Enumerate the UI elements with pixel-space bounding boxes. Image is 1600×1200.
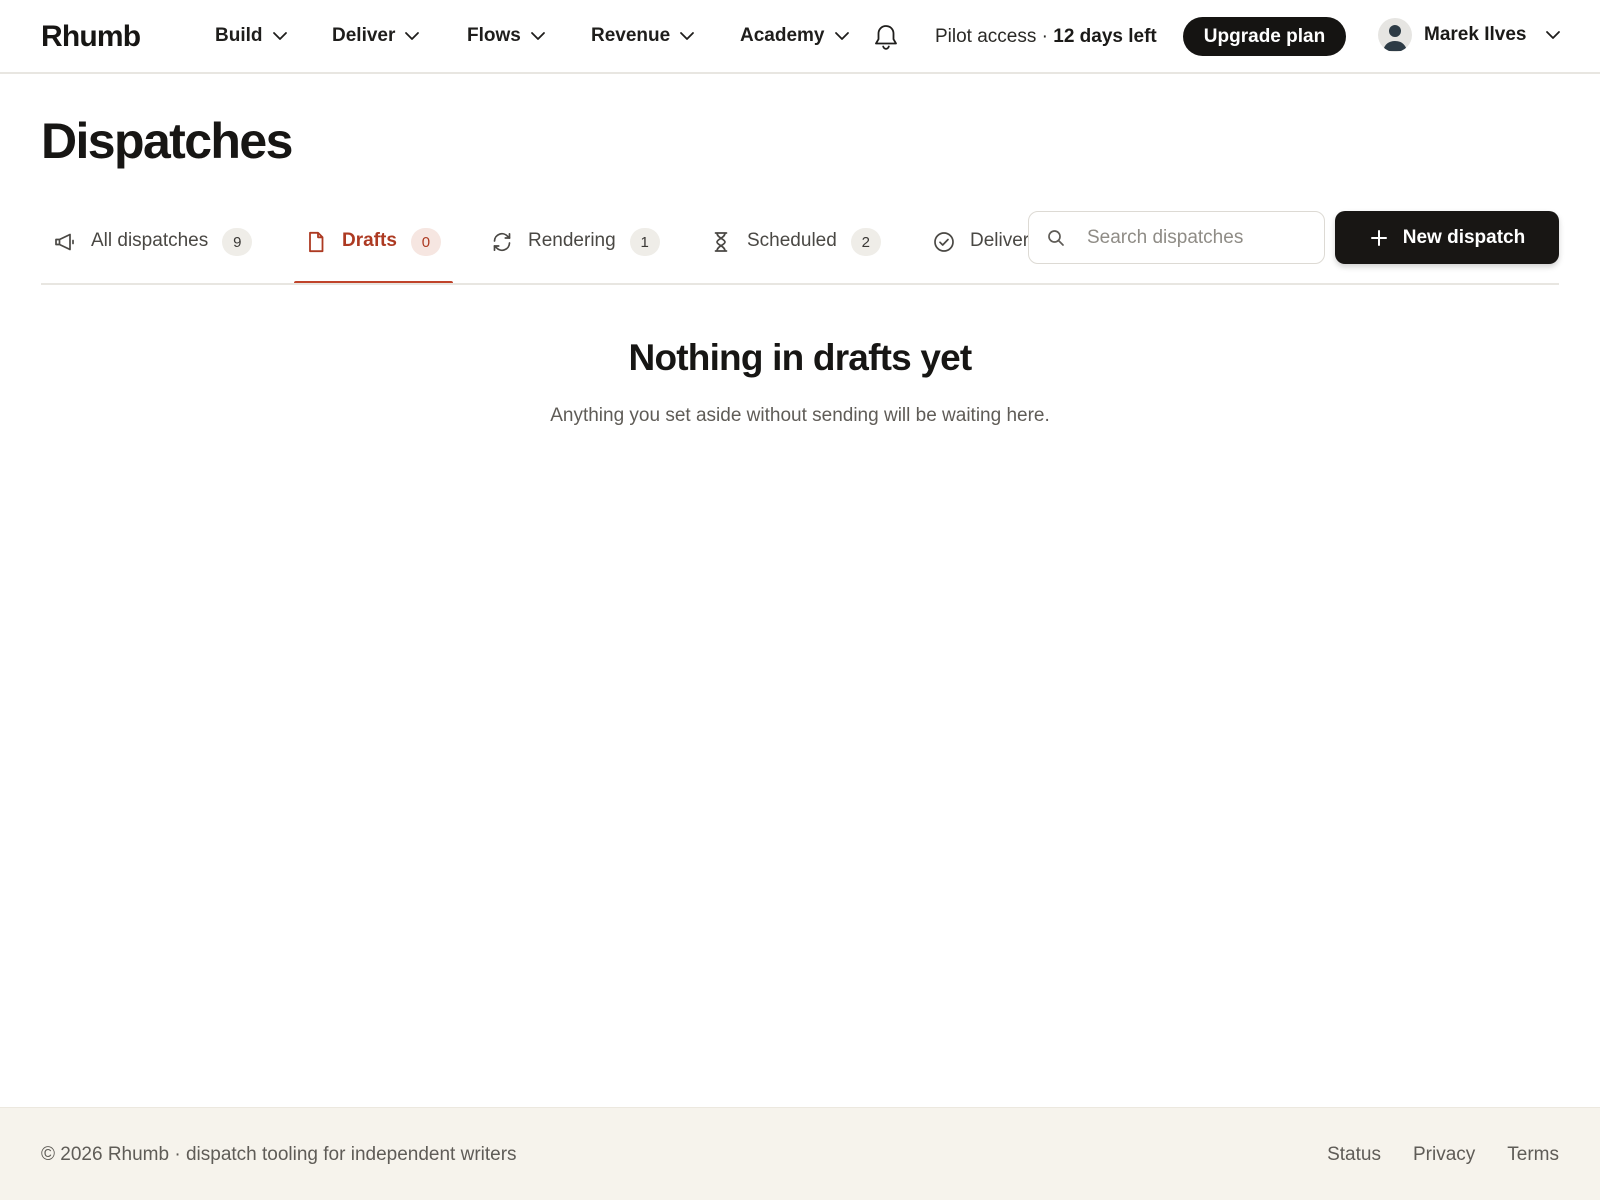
tab-label: Scheduled: [747, 230, 837, 251]
footer-copyright: © 2026 Rhumb · dispatch tooling for inde…: [41, 1144, 517, 1165]
brand-logo[interactable]: Rhumb: [41, 20, 141, 54]
nav-build[interactable]: Build: [215, 25, 289, 47]
user-name: Marek Ilves: [1424, 24, 1527, 45]
nav-academy[interactable]: Academy: [740, 25, 851, 47]
tab-label: Rendering: [528, 230, 616, 251]
empty-state-title: Nothing in drafts yet: [628, 337, 973, 378]
document-icon: [309, 231, 324, 253]
tab-label: Drafts: [342, 230, 397, 251]
page-title: Dispatches: [41, 113, 293, 169]
new-dispatch-button[interactable]: New dispatch: [1335, 211, 1559, 264]
user-menu[interactable]: Marek Ilves: [1378, 18, 1562, 52]
tab-rendering[interactable]: Rendering 1: [490, 224, 660, 284]
megaphone-icon: [55, 233, 74, 251]
nav-academy-label: Academy: [740, 25, 825, 46]
count-badge: 2: [850, 228, 881, 256]
user-silhouette-icon: [1383, 25, 1407, 51]
count-badge: 1: [629, 228, 660, 256]
tabs-divider: [41, 283, 1559, 285]
empty-state-subtitle: Anything you set aside without sending w…: [550, 405, 1050, 426]
chevron-down-icon: [1546, 31, 1561, 39]
nav-build-label: Build: [215, 25, 263, 46]
tab-all-dispatches[interactable]: All dispatches 9: [53, 224, 253, 284]
avatar: [1378, 18, 1412, 52]
refresh-icon: [493, 232, 511, 252]
tab-drafts[interactable]: Drafts 0: [304, 224, 441, 284]
count-badge: 0: [410, 228, 441, 256]
nav-flows-label: Flows: [467, 25, 521, 46]
footer-link-privacy[interactable]: Privacy: [1413, 1144, 1475, 1166]
trial-status: Pilot access · 12 days left: [935, 26, 1157, 48]
hourglass-icon: [714, 232, 728, 252]
new-dispatch-label: New dispatch: [1402, 226, 1526, 248]
upgrade-plan-button[interactable]: Upgrade plan: [1183, 17, 1346, 56]
nav-revenue-label: Revenue: [591, 25, 671, 46]
nav-deliver-label: Deliver: [332, 25, 396, 46]
footer-link-terms[interactable]: Terms: [1507, 1144, 1559, 1166]
search-icon: [1048, 230, 1064, 246]
nav-deliver[interactable]: Deliver: [332, 25, 421, 47]
chevron-down-icon: [680, 32, 695, 40]
chevron-down-icon: [405, 32, 420, 40]
chevron-down-icon: [834, 32, 849, 40]
footer: © 2026 Rhumb · dispatch tooling for inde…: [0, 1107, 1600, 1200]
nav-flows[interactable]: Flows: [467, 25, 547, 47]
plus-icon: [1370, 229, 1387, 246]
chevron-down-icon: [530, 32, 545, 40]
top-navigation: Rhumb Build Deliver Flows Revenue Academ…: [0, 0, 1600, 74]
check-circle-icon: [934, 232, 954, 252]
footer-links: Status Privacy Terms: [1327, 1144, 1559, 1166]
trial-days-left: 12 days left: [1053, 26, 1157, 47]
search-input[interactable]: [1087, 226, 1307, 249]
nav-revenue[interactable]: Revenue: [591, 25, 696, 47]
count-badge: 9: [222, 228, 253, 256]
footer-link-status[interactable]: Status: [1327, 1144, 1381, 1166]
tab-label: All dispatches: [91, 230, 209, 251]
trial-prefix: Pilot access ·: [935, 26, 1054, 47]
search-box[interactable]: [1028, 211, 1325, 264]
bell-icon[interactable]: [872, 22, 900, 52]
chevron-down-icon: [272, 32, 287, 40]
tab-scheduled[interactable]: Scheduled 2: [709, 224, 881, 284]
